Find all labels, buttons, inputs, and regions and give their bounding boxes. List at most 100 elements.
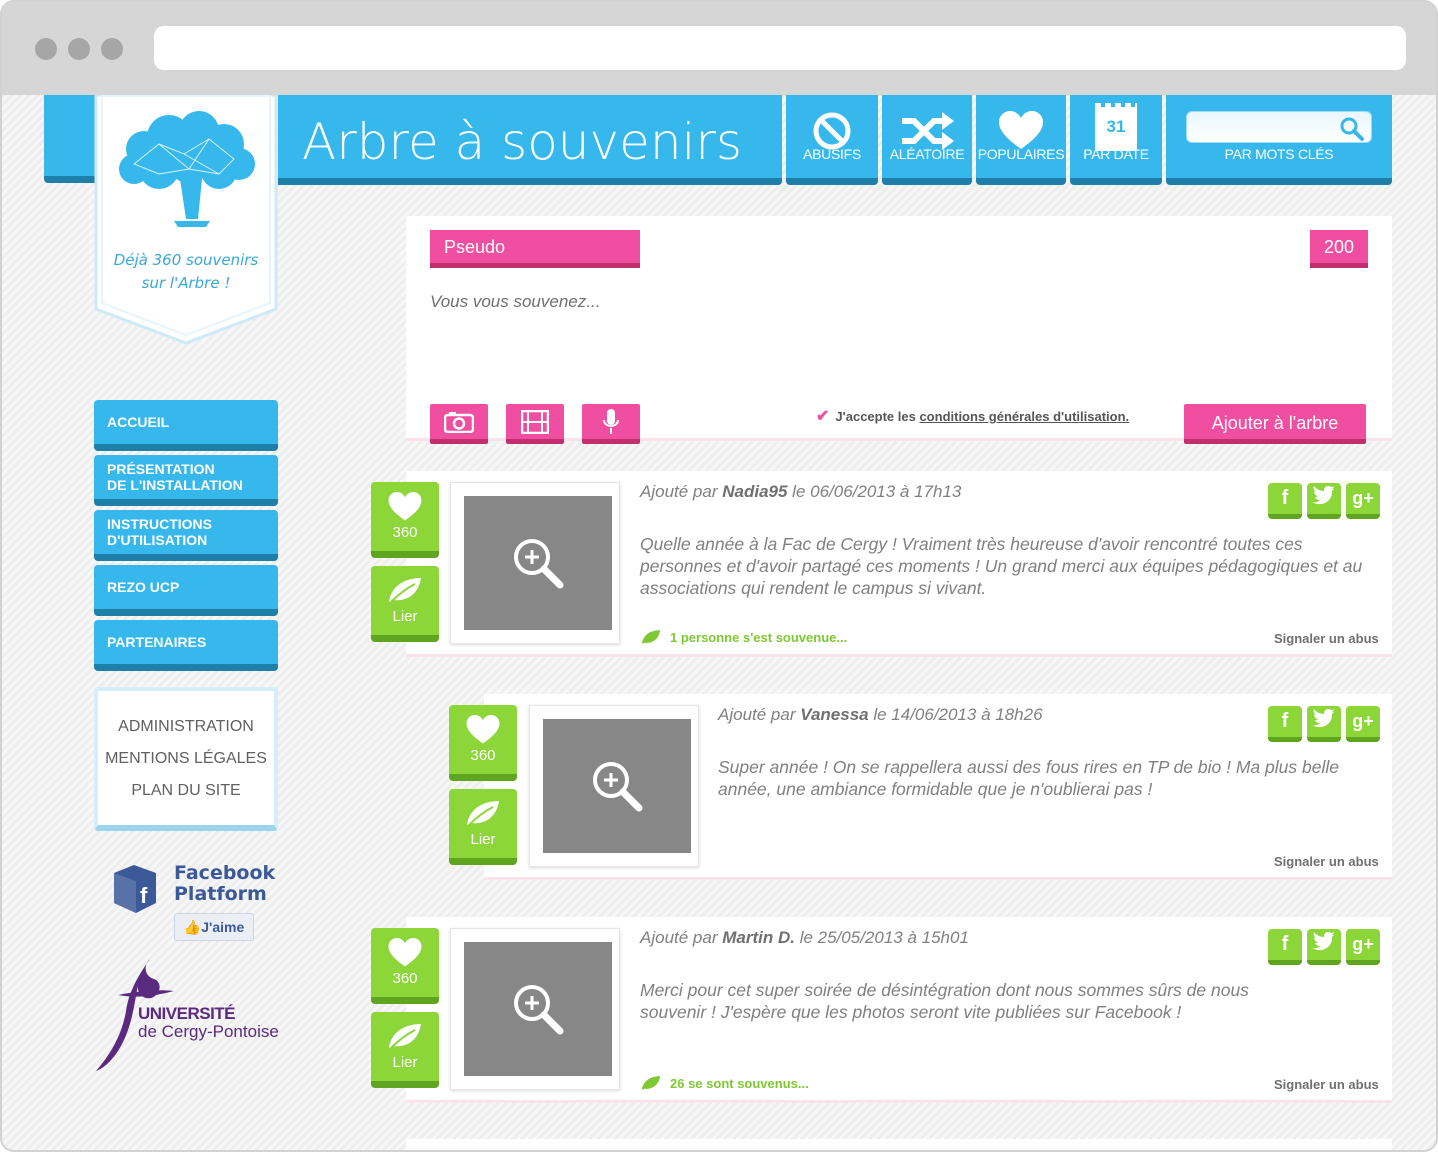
heart-icon [466, 715, 500, 749]
link-plan-du-site[interactable]: PLAN DU SITE [98, 775, 274, 807]
nav-label: PAR MOTS CLÉS [1224, 146, 1334, 162]
report-abuse-link[interactable]: Signaler un abus [1274, 854, 1379, 869]
menu-accueil[interactable]: ACCUEIL [94, 400, 278, 451]
browser-chrome [2, 2, 1436, 95]
share-twitter-button[interactable] [1307, 706, 1341, 742]
pseudo-input[interactable]: Pseudo [430, 230, 640, 268]
window-dot-maximize[interactable] [101, 38, 123, 60]
share-googleplus-button[interactable]: g+ [1346, 929, 1380, 965]
browser-window: Arbre à souvenirs ABUSIFS ALÉATOIRE POPU… [0, 0, 1438, 1152]
link-button[interactable]: Lier [449, 789, 517, 865]
menu-label: DE L'INSTALLATION [107, 477, 243, 493]
post-image[interactable] [529, 705, 699, 867]
university-line1: UNIVERSITÉ [138, 1004, 236, 1023]
terms-checkbox[interactable]: ✔ J'accepte les conditions générales d'ut… [816, 406, 1129, 426]
share-googleplus-button[interactable]: g+ [1346, 483, 1380, 519]
menu-instructions[interactable]: INSTRUCTIONS D'UTILISATION [94, 510, 278, 561]
twitter-icon [1312, 931, 1336, 958]
nav-populaires-button[interactable]: POPULAIRES [976, 95, 1066, 185]
post-image[interactable] [450, 928, 620, 1090]
add-audio-button[interactable] [582, 404, 640, 444]
share-twitter-button[interactable] [1307, 483, 1341, 519]
zoom-in-icon [514, 539, 564, 589]
nav-par-date-button[interactable]: 31 PAR DATE [1070, 95, 1162, 185]
facebook-like-button[interactable]: 👍J'aime [174, 913, 254, 941]
university-line2: de Cergy-Pontoise [138, 1022, 279, 1041]
report-abuse-link[interactable]: Signaler un abus [1274, 631, 1379, 646]
like-button[interactable]: 360 [371, 482, 439, 558]
like-count: 360 [470, 747, 496, 764]
menu-label: PRÉSENTATION [107, 461, 215, 477]
nav-aleatoire-button[interactable]: ALÉATOIRE [882, 95, 972, 185]
post-date: le 14/06/2013 à 18h26 [868, 705, 1043, 724]
googleplus-icon: g+ [1352, 934, 1374, 954]
post-meta-prefix: Ajouté par [640, 482, 723, 501]
post-meta: Ajouté par Nadia95 le 06/06/2013 à 17h13 [640, 482, 961, 502]
logo-banner[interactable]: Déjà 360 souvenirs sur l'Arbre ! [94, 95, 278, 345]
memory-counter: Déjà 360 souvenirs sur l'Arbre ! [94, 249, 278, 295]
leaf-icon [387, 576, 423, 608]
post-meta: Ajouté par Vanessa le 14/06/2013 à 18h26 [718, 705, 1043, 725]
menu-label: ACCUEIL [107, 414, 170, 430]
link-mentions-legales[interactable]: MENTIONS LÉGALES [98, 743, 274, 775]
window-dot-minimize[interactable] [68, 38, 90, 60]
share-googleplus-button[interactable]: g+ [1346, 706, 1380, 742]
thumbs-up-icon: 👍 [183, 919, 202, 935]
terms-prefix: J'accepte les [835, 409, 920, 424]
share-twitter-button[interactable] [1307, 929, 1341, 965]
share-facebook-button[interactable]: f [1268, 929, 1302, 965]
search-icon[interactable] [1339, 116, 1365, 147]
link-button[interactable]: Lier [371, 566, 439, 642]
svg-text:f: f [140, 883, 148, 908]
post-author[interactable]: Vanessa [800, 705, 868, 724]
add-video-button[interactable] [506, 404, 564, 444]
post-author[interactable]: Martin D. [722, 928, 795, 947]
post-meta-prefix: Ajouté par [718, 705, 801, 724]
checkmark-icon: ✔ [816, 408, 830, 425]
add-photo-button[interactable] [430, 404, 488, 444]
post-date: le 06/06/2013 à 17h13 [787, 482, 962, 501]
facebook-line1: Facebook [174, 862, 276, 884]
zoom-in-icon [593, 762, 643, 812]
facebook-icon: f [1281, 710, 1289, 732]
facebook-cube-icon: f [114, 865, 156, 913]
address-bar[interactable] [154, 26, 1406, 70]
remembered-count: 26 se sont souvenus... [670, 1075, 809, 1091]
link-button[interactable]: Lier [371, 1012, 439, 1088]
like-button[interactable]: 360 [449, 705, 517, 781]
twitter-icon [1312, 708, 1336, 735]
post-meta-prefix: Ajouté par [640, 928, 723, 947]
post-date: le 25/05/2013 à 15h01 [794, 928, 969, 947]
university-name: UNIVERSITÉ de Cergy-Pontoise [138, 1005, 279, 1041]
like-button[interactable]: 360 [371, 928, 439, 1004]
menu-presentation[interactable]: PRÉSENTATION DE L'INSTALLATION [94, 455, 278, 506]
menu-label: INSTRUCTIONS [107, 516, 212, 532]
link-administration[interactable]: ADMINISTRATION [98, 711, 274, 743]
page: Arbre à souvenirs ABUSIFS ALÉATOIRE POPU… [2, 95, 1436, 1150]
nav-abusifs-button[interactable]: ABUSIFS [786, 95, 878, 185]
report-abuse-link[interactable]: Signaler un abus [1274, 1077, 1379, 1092]
menu-partenaires[interactable]: PARTENAIRES [94, 620, 278, 671]
remembered-link[interactable]: 1 personne s'est souvenue... [640, 629, 847, 645]
facebook-platform-text: Facebook Platform [174, 863, 275, 905]
googleplus-icon: g+ [1352, 711, 1374, 731]
memory-textarea[interactable]: Vous vous souvenez... [430, 292, 600, 312]
terms-link[interactable]: conditions générales d'utilisation. [919, 409, 1129, 424]
post-image[interactable] [450, 482, 620, 644]
facebook-icon: f [1281, 487, 1289, 509]
menu-rezo-ucp[interactable]: REZO UCP [94, 565, 278, 616]
post-author[interactable]: Nadia95 [722, 482, 787, 501]
add-to-tree-button[interactable]: Ajouter à l'arbre [1184, 404, 1366, 444]
window-dot-close[interactable] [35, 38, 57, 60]
like-label: J'aime [201, 919, 245, 935]
secondary-links: ADMINISTRATION MENTIONS LÉGALES PLAN DU … [94, 687, 278, 831]
university-logo[interactable]: UNIVERSITÉ de Cergy-Pontoise [88, 955, 288, 1075]
menu-label: D'UTILISATION [107, 532, 208, 548]
share-facebook-button[interactable]: f [1268, 706, 1302, 742]
keyword-search-input[interactable] [1186, 111, 1372, 143]
site-title[interactable]: Arbre à souvenirs [302, 113, 742, 171]
memory-post [406, 1139, 1392, 1150]
leaf-icon [641, 1076, 661, 1090]
remembered-link[interactable]: 26 se sont souvenus... [640, 1075, 809, 1091]
share-facebook-button[interactable]: f [1268, 483, 1302, 519]
